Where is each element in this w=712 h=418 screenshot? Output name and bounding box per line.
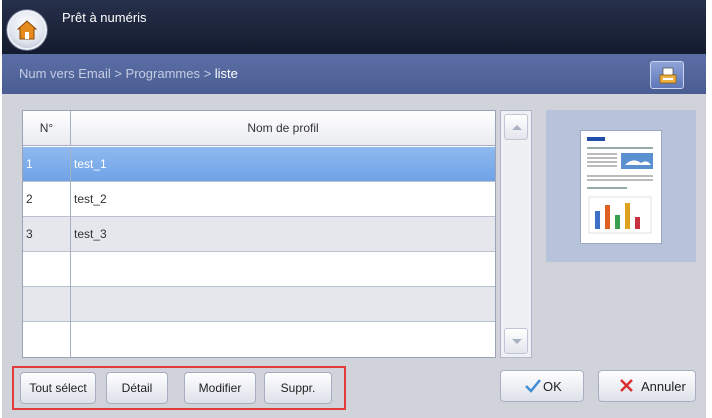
- chevron-up-icon: [512, 125, 522, 130]
- breadcrumb: Num vers Email > Programmes > liste: [19, 66, 238, 81]
- row-profile-name: test_2: [74, 192, 107, 206]
- table-row[interactable]: 2 test_2: [23, 182, 495, 217]
- table-row: [23, 322, 495, 357]
- row-number: [23, 322, 71, 357]
- column-header-profile-name: Nom de profil: [247, 121, 319, 135]
- home-icon: [16, 20, 38, 40]
- table-row: [23, 252, 495, 287]
- checkmark-icon: [525, 379, 541, 393]
- main-content: N° Nom de profil 1 test_1 2 test_2 3 tes…: [2, 94, 706, 418]
- row-number: 3: [23, 217, 71, 252]
- row-number: [23, 287, 71, 322]
- breadcrumb-path: Num vers Email > Programmes >: [19, 66, 215, 81]
- scanner-panel: Prêt à numéris Num vers Email > Programm…: [2, 0, 706, 418]
- table-row[interactable]: 3 test_3: [23, 217, 495, 252]
- scroll-up-button[interactable]: [504, 114, 528, 140]
- breadcrumb-bar: Num vers Email > Programmes > liste: [2, 54, 706, 94]
- table-scrollbar[interactable]: [500, 110, 532, 358]
- document-preview: [546, 110, 696, 262]
- profile-table: N° Nom de profil 1 test_1 2 test_2 3 tes…: [22, 110, 496, 358]
- job-status-button[interactable]: [650, 61, 684, 89]
- row-profile-name: test_3: [74, 227, 107, 241]
- row-profile-name: [71, 322, 495, 357]
- ok-label: OK: [543, 379, 562, 394]
- document-tray-icon: [659, 67, 677, 84]
- breadcrumb-current: liste: [214, 66, 238, 81]
- table-row: [23, 287, 495, 322]
- column-header-number: N°: [23, 111, 71, 146]
- row-number: [23, 252, 71, 287]
- table-header: N° Nom de profil: [23, 111, 495, 146]
- cancel-label: Annuler: [641, 379, 686, 394]
- close-icon: [620, 379, 633, 392]
- modify-button[interactable]: Modifier: [184, 372, 256, 404]
- chevron-down-icon: [512, 339, 522, 344]
- table-row[interactable]: 1 test_1: [23, 147, 495, 182]
- row-profile-name: [71, 252, 495, 287]
- delete-button[interactable]: Suppr.: [264, 372, 332, 404]
- detail-button[interactable]: Détail: [106, 372, 168, 404]
- row-number: 1: [23, 147, 71, 182]
- row-profile-name: [71, 287, 495, 322]
- ok-button[interactable]: OK: [500, 370, 584, 402]
- page-title: Prêt à numéris: [62, 10, 147, 25]
- scroll-down-button[interactable]: [504, 328, 528, 354]
- home-button[interactable]: [7, 10, 47, 50]
- document-preview-thumbnail: [580, 130, 662, 244]
- row-profile-name: test_1: [74, 157, 107, 171]
- top-bar: Prêt à numéris: [2, 0, 706, 54]
- cancel-button[interactable]: Annuler: [598, 370, 696, 402]
- row-number: 2: [23, 182, 71, 217]
- profile-actions-group: Tout sélect Détail Modifier Suppr.: [12, 366, 346, 410]
- select-all-button[interactable]: Tout sélect: [20, 372, 96, 404]
